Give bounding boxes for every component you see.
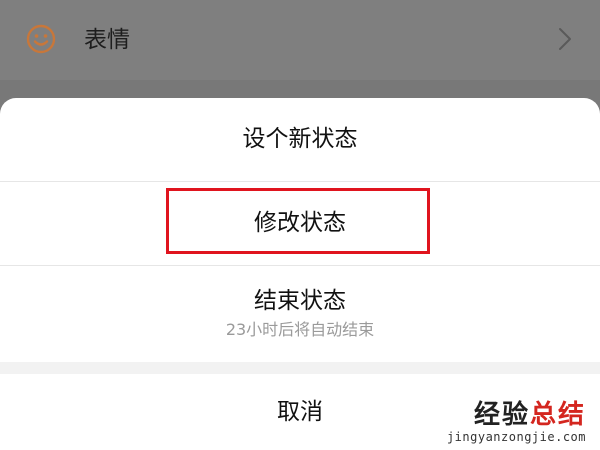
- chevron-right-icon: [558, 27, 572, 51]
- highlight-annotation-box: [166, 188, 430, 254]
- watermark: 经验总结 jingyanzongjie.com: [447, 400, 586, 444]
- watermark-url: jingyanzongjie.com: [446, 430, 586, 444]
- watermark-title-part1: 经验: [473, 400, 530, 430]
- watermark-title: 经验总结: [447, 400, 586, 430]
- watermark-title-part2: 总结: [529, 400, 586, 430]
- action-sheet: 设个新状态 修改状态 结束状态 23小时后将自动结束 取消: [0, 98, 600, 450]
- emoji-settings-label: 表情: [84, 27, 130, 53]
- end-status-label: 结束状态: [254, 288, 346, 314]
- end-status-sublabel: 23小时后将自动结束: [225, 320, 375, 339]
- emoji-settings-row: 表情: [0, 0, 600, 80]
- set-new-status-option[interactable]: 设个新状态: [0, 98, 600, 180]
- dim-overlay: [0, 80, 600, 100]
- end-status-option[interactable]: 结束状态 23小时后将自动结束: [0, 266, 600, 360]
- screen: 表情 设个新状态 修改状态 结束状态 23小时后将自动结束 取消 经验总结 ji…: [0, 0, 600, 450]
- smiley-face-icon: [26, 24, 56, 54]
- section-gap: [0, 362, 600, 374]
